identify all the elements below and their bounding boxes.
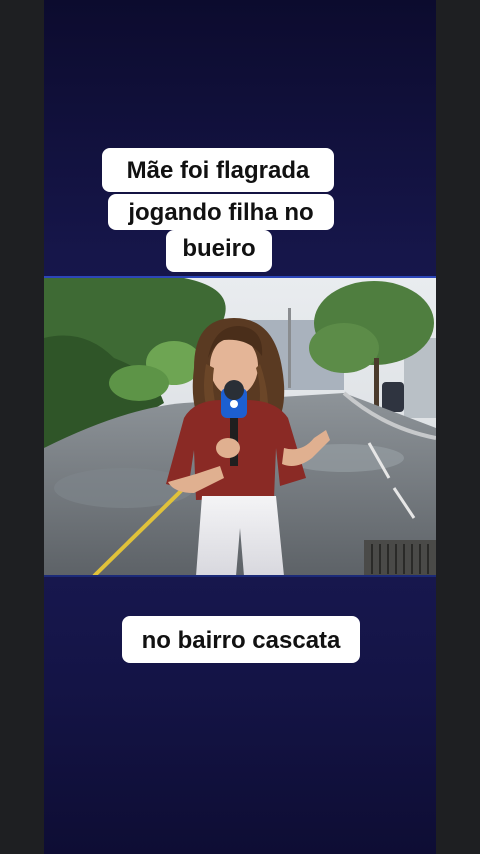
reporter-photo (44, 278, 436, 576)
photo-bottom-border (44, 575, 436, 577)
caption-top-line-1: Mãe foi flagrada (102, 148, 334, 192)
left-letterbox (0, 0, 44, 854)
caption-bottom: no bairro cascata (122, 616, 360, 663)
right-letterbox (436, 0, 480, 854)
caption-top-line-3: bueiro (166, 230, 272, 272)
caption-top-line-2: jogando filha no (108, 194, 334, 230)
